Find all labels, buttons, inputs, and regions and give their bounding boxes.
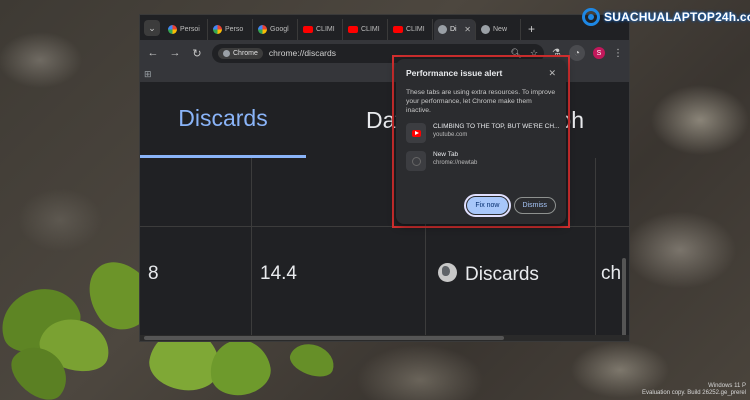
google-icon xyxy=(213,25,222,34)
windows-evaluation-watermark: Windows 11 P Evaluation copy. Build 2625… xyxy=(642,383,746,397)
logo-icon xyxy=(582,8,600,26)
chevron-down-icon: ⌄ xyxy=(148,22,156,33)
leaf-decoration xyxy=(205,335,275,400)
browser-tab-active[interactable]: Di ✕ xyxy=(434,19,476,40)
back-arrow-icon[interactable]: ← xyxy=(146,47,160,59)
table-cell: Discards xyxy=(438,263,539,286)
os-build: Evaluation copy. Build 26252.ge_prerel xyxy=(642,390,746,396)
tab-strip: ⌄ Persoi Perso Googl CLIMI CLIMI CLIMI D… xyxy=(140,15,629,40)
logo-suffix: 24h.com xyxy=(715,10,750,24)
os-edition: Windows 11 P xyxy=(708,383,746,389)
list-item: CLIMBING TO THE TOP, BUT WE'RE CH... you… xyxy=(406,123,560,143)
globe-icon xyxy=(438,263,457,282)
youtube-icon xyxy=(393,26,403,33)
close-icon[interactable]: ✕ xyxy=(548,68,556,79)
popup-title: Performance issue alert xyxy=(406,68,503,78)
popup-description: These tabs are using extra resources. To… xyxy=(406,89,556,114)
performance-icon[interactable]: ◔ xyxy=(569,45,585,61)
item-title: CLIMBING TO THE TOP, BUT WE'RE CH... xyxy=(433,123,560,130)
browser-tab[interactable]: Googl xyxy=(254,19,298,40)
performance-alert-popup: Performance issue alert ✕ These tabs are… xyxy=(396,59,566,224)
list-item: New Tab chrome://newtab xyxy=(406,151,556,171)
tab-search-dropdown[interactable]: ⌄ xyxy=(144,20,160,36)
google-icon xyxy=(258,25,267,34)
browser-tab[interactable]: New xyxy=(477,19,521,40)
scrollbar-thumb[interactable] xyxy=(622,258,626,338)
dismiss-button[interactable]: Dismiss xyxy=(513,197,556,214)
youtube-icon xyxy=(303,26,313,33)
forward-arrow-icon[interactable]: → xyxy=(168,47,182,59)
browser-tab[interactable]: Persoi xyxy=(164,19,208,40)
tab-discards[interactable]: Discards xyxy=(140,82,306,158)
item-url: chrome://newtab xyxy=(433,160,478,166)
column-divider xyxy=(595,158,596,335)
new-tab-button[interactable]: + xyxy=(528,22,535,36)
table-cell: 14.4 xyxy=(260,263,297,284)
column-divider xyxy=(251,158,252,335)
item-url: youtube.com xyxy=(433,132,468,138)
reload-icon[interactable]: ↻ xyxy=(190,47,204,60)
item-title: New Tab xyxy=(433,151,459,158)
profile-avatar[interactable]: S xyxy=(593,47,605,59)
youtube-icon xyxy=(348,26,358,33)
apps-grid-icon[interactable]: ⊞ xyxy=(144,69,152,80)
chrome-icon xyxy=(406,151,426,171)
chrome-icon xyxy=(481,25,490,34)
url-text: chrome://discards xyxy=(268,48,336,58)
google-icon xyxy=(168,25,177,34)
fix-now-button[interactable]: Fix now xyxy=(464,194,511,217)
logo-brand: SUACHUALAPTOP xyxy=(604,10,716,24)
vertical-scrollbar[interactable] xyxy=(622,158,627,338)
chrome-icon xyxy=(223,49,230,57)
browser-tab[interactable]: CLIMI xyxy=(299,19,343,40)
scrollbar-thumb[interactable] xyxy=(144,336,504,340)
close-tab-icon[interactable]: ✕ xyxy=(464,25,471,34)
youtube-icon xyxy=(406,123,426,143)
browser-tab[interactable]: CLIMI xyxy=(344,19,388,40)
horizontal-scrollbar[interactable] xyxy=(140,335,629,341)
browser-tab[interactable]: Perso xyxy=(209,19,253,40)
leaf-decoration xyxy=(286,338,339,382)
menu-kebab-icon[interactable]: ⋮ xyxy=(613,48,623,59)
discards-icon xyxy=(438,25,447,34)
site-info-chip[interactable]: Chrome xyxy=(218,47,263,59)
browser-tab[interactable]: CLIMI xyxy=(389,19,433,40)
table-cell: 8 xyxy=(148,263,159,284)
watermark-logo: SUACHUALAPTOP24h.com xyxy=(582,8,750,26)
